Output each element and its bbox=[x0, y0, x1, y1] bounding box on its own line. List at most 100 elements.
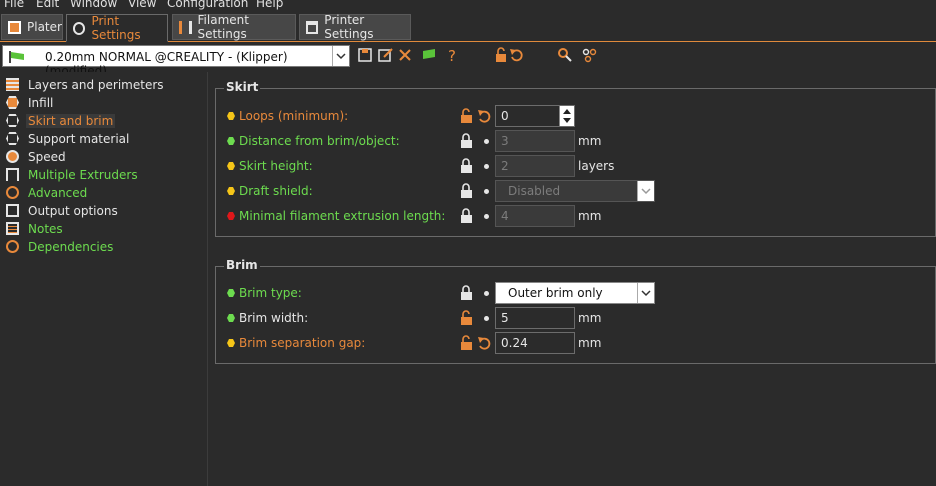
save-icon[interactable] bbox=[357, 47, 373, 63]
simple-mode-dot-icon bbox=[227, 289, 235, 297]
tab-printer-settings-label: Printer Settings bbox=[324, 13, 374, 41]
draft-shield-value: Disabled bbox=[508, 184, 561, 198]
lock-icon[interactable] bbox=[460, 183, 474, 199]
tab-printer-settings[interactable]: Printer Settings bbox=[299, 13, 411, 41]
printer-icon bbox=[306, 20, 319, 34]
rename-icon[interactable] bbox=[377, 47, 393, 63]
sidebar-item-label: Output options bbox=[28, 203, 118, 218]
sidebar-item-layers-and-perimeters[interactable]: Layers and perimeters bbox=[6, 76, 166, 93]
support-icon bbox=[6, 132, 19, 145]
menu-edit[interactable]: Edit bbox=[36, 0, 59, 10]
brim-type-select[interactable]: Outer brim only bbox=[495, 282, 655, 304]
menu-bar: File Edit Window View Configuration Help bbox=[0, 0, 936, 12]
sidebar-item-dependencies[interactable]: Dependencies bbox=[6, 238, 115, 255]
sidebar-item-label: Infill bbox=[28, 95, 54, 110]
compare-flag-icon[interactable] bbox=[421, 47, 437, 63]
advanced-mode-dot-icon bbox=[227, 112, 235, 120]
delete-icon[interactable] bbox=[397, 47, 413, 63]
brim-gap-unit: mm bbox=[578, 336, 602, 350]
sidebar-item-skirt-and-brim[interactable]: Skirt and brim bbox=[6, 112, 116, 129]
brim-width-unit: mm bbox=[578, 311, 602, 325]
settings-category-list: Layers and perimeters Infill Skirt and b… bbox=[0, 72, 208, 486]
lock-icon[interactable] bbox=[460, 133, 474, 149]
menu-window[interactable]: Window bbox=[70, 0, 117, 10]
loops-value: 0 bbox=[501, 109, 509, 123]
unlock-icon[interactable] bbox=[460, 335, 474, 351]
tab-bar: Plater Print Settings Filament Settings … bbox=[0, 12, 936, 42]
tab-plater[interactable]: Plater bbox=[1, 14, 63, 40]
skirt-height-input[interactable]: 2 bbox=[495, 155, 575, 177]
menu-help[interactable]: Help bbox=[256, 0, 283, 10]
spin-control-arrows-icon[interactable] bbox=[559, 106, 574, 126]
advanced-mode-dot-icon bbox=[227, 187, 235, 195]
layers-icon bbox=[6, 78, 19, 91]
unlock-icon[interactable] bbox=[460, 108, 474, 124]
bullet-icon bbox=[484, 139, 489, 144]
skirt-height-value: 2 bbox=[501, 159, 509, 173]
undo-arrow-icon[interactable] bbox=[509, 47, 525, 63]
chevron-down-icon bbox=[637, 283, 654, 303]
loops-label: Loops (minimum): bbox=[239, 109, 349, 123]
undo-arrow-icon[interactable] bbox=[477, 108, 491, 124]
skirt-height-unit: layers bbox=[578, 159, 615, 173]
settings-mode-icon[interactable] bbox=[582, 47, 598, 63]
brim-group-title: Brim bbox=[224, 258, 260, 272]
svg-text:?: ? bbox=[448, 47, 456, 63]
chevron-down-icon bbox=[332, 46, 349, 66]
skirt-group-title: Skirt bbox=[224, 80, 261, 94]
cog-icon bbox=[6, 186, 19, 199]
unlock-icon[interactable] bbox=[460, 310, 474, 326]
brim-group: Brim Brim type: Outer brim only Brim wid… bbox=[215, 258, 936, 364]
tab-filament-settings[interactable]: Filament Settings bbox=[172, 13, 296, 41]
search-icon[interactable] bbox=[557, 47, 573, 63]
sidebar-item-infill[interactable]: Infill bbox=[6, 94, 55, 111]
infill-icon bbox=[6, 96, 19, 109]
draft-shield-select[interactable]: Disabled bbox=[495, 180, 655, 202]
sidebar-item-label: Layers and perimeters bbox=[28, 77, 164, 92]
skirt-height-label: Skirt height: bbox=[239, 159, 313, 173]
unlock-icon[interactable] bbox=[494, 47, 510, 63]
sidebar-item-multiple-extruders[interactable]: Multiple Extruders bbox=[6, 166, 140, 183]
preset-selector[interactable]: 0.20mm NORMAL @CREALITY - (Klipper) (mod… bbox=[2, 45, 350, 78]
menu-file[interactable]: File bbox=[4, 0, 24, 10]
lock-icon[interactable] bbox=[460, 208, 474, 224]
sidebar-item-speed[interactable]: Speed bbox=[6, 148, 68, 165]
tab-print-settings[interactable]: Print Settings bbox=[66, 14, 168, 42]
sidebar-item-label: Advanced bbox=[28, 185, 88, 200]
notes-icon bbox=[6, 222, 19, 235]
extruder-icon bbox=[6, 168, 19, 181]
brim-gap-row: Brim separation gap: 0.24 mm bbox=[216, 332, 936, 354]
simple-mode-dot-icon bbox=[227, 137, 235, 145]
sidebar-item-output-options[interactable]: Output options bbox=[6, 202, 120, 219]
skirt-icon bbox=[6, 114, 19, 127]
sidebar-item-support-material[interactable]: Support material bbox=[6, 130, 131, 147]
brim-width-value: 5 bbox=[501, 311, 509, 325]
sidebar-item-advanced[interactable]: Advanced bbox=[6, 184, 89, 201]
undo-arrow-icon[interactable] bbox=[477, 335, 491, 351]
tab-plater-label: Plater bbox=[27, 20, 62, 34]
min-extrusion-value: 4 bbox=[501, 209, 509, 223]
lock-icon[interactable] bbox=[460, 285, 474, 301]
menu-view[interactable]: View bbox=[128, 0, 156, 10]
min-extrusion-unit: mm bbox=[578, 209, 602, 223]
brim-gap-input[interactable]: 0.24 bbox=[495, 332, 575, 354]
plater-icon bbox=[8, 20, 21, 34]
distance-input[interactable]: 3 bbox=[495, 130, 575, 152]
brim-width-row: Brim width: 5 mm bbox=[216, 307, 936, 329]
bullet-icon bbox=[484, 291, 489, 296]
bullet-icon bbox=[484, 189, 489, 194]
sidebar-item-notes[interactable]: Notes bbox=[6, 220, 65, 237]
brim-width-input[interactable]: 5 bbox=[495, 307, 575, 329]
sidebar-item-label: Multiple Extruders bbox=[28, 167, 138, 182]
help-question-icon[interactable]: ? bbox=[445, 47, 461, 63]
output-icon bbox=[6, 204, 19, 217]
loops-input[interactable]: 0 bbox=[495, 105, 575, 127]
lock-icon[interactable] bbox=[460, 158, 474, 174]
distance-unit: mm bbox=[578, 134, 602, 148]
menu-configuration[interactable]: Configuration bbox=[167, 0, 248, 10]
flag-icon bbox=[9, 51, 24, 63]
min-extrusion-input[interactable]: 4 bbox=[495, 205, 575, 227]
skirt-group: Skirt Loops (minimum): 0 Distance from b… bbox=[215, 80, 936, 237]
loops-row: Loops (minimum): 0 bbox=[216, 105, 936, 127]
brim-gap-value: 0.24 bbox=[501, 336, 528, 350]
